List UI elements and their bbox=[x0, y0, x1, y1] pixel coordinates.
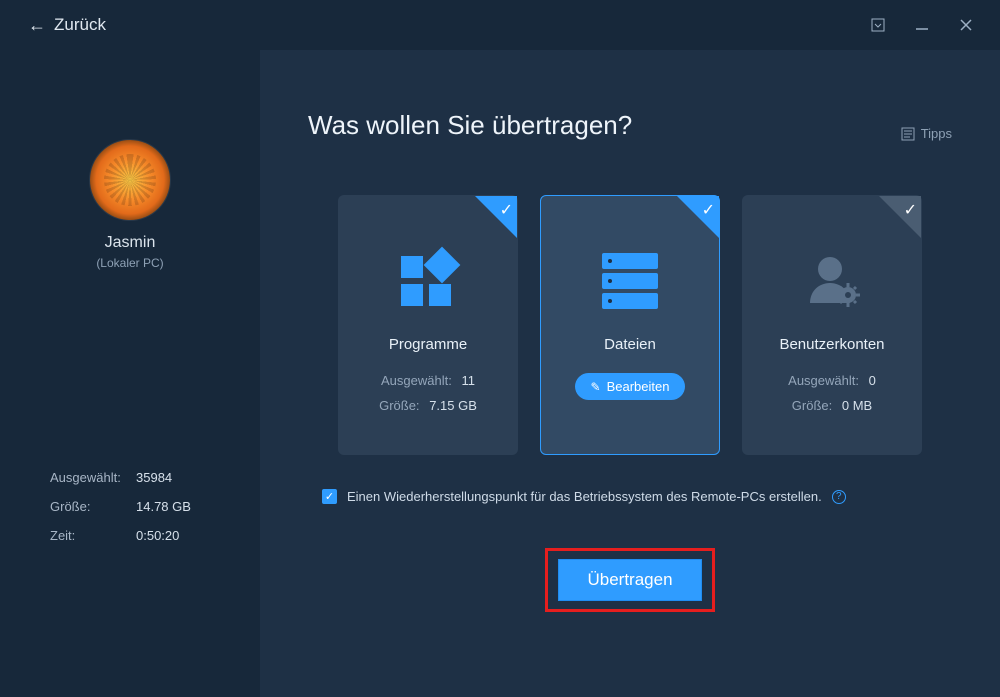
card-files[interactable]: ✓ Dateien ✎ Bearbeiten bbox=[540, 195, 720, 455]
page-title: Was wollen Sie übertragen? bbox=[308, 110, 632, 141]
main-panel: Was wollen Sie übertragen? Tipps ✓ bbox=[260, 50, 1000, 697]
check-icon: ✓ bbox=[904, 200, 917, 220]
back-label: Zurück bbox=[54, 15, 106, 35]
card-accounts-selected-corner: ✓ bbox=[879, 196, 921, 238]
sidebar-stats: Ausgewählt: 35984 Größe: 14.78 GB Zeit: … bbox=[0, 470, 260, 697]
titlebar: ← Zurück bbox=[0, 0, 1000, 50]
check-icon: ✓ bbox=[500, 200, 513, 220]
stat-size-label: Größe: bbox=[50, 499, 128, 514]
pc-name: Jasmin bbox=[105, 234, 156, 252]
card-programs[interactable]: ✓ Programme Ausgewählt: 11 bbox=[338, 195, 518, 455]
user-gear-icon bbox=[796, 236, 868, 326]
selection-cards: ✓ Programme Ausgewählt: 11 bbox=[308, 195, 952, 455]
stat-selected-label: Ausgewählt: bbox=[50, 470, 128, 485]
tipps-label: Tipps bbox=[921, 126, 952, 141]
card-programs-selected-corner: ✓ bbox=[475, 196, 517, 238]
close-button[interactable] bbox=[944, 0, 988, 50]
avatar bbox=[90, 140, 170, 220]
card-accounts-title: Benutzerkonten bbox=[779, 336, 884, 353]
restore-point-checkbox[interactable]: ✓ bbox=[322, 489, 337, 504]
transfer-button[interactable]: Übertragen bbox=[558, 559, 701, 601]
card-files-selected-corner: ✓ bbox=[677, 196, 719, 238]
stat-selected-value: 35984 bbox=[136, 470, 172, 485]
card-files-title: Dateien bbox=[604, 336, 656, 353]
dropdown-button[interactable] bbox=[856, 0, 900, 50]
card-programs-title: Programme bbox=[389, 336, 467, 353]
storage-icon bbox=[594, 236, 666, 326]
check-icon: ✓ bbox=[702, 200, 715, 220]
stat-time-label: Zeit: bbox=[50, 528, 128, 543]
stat-size-value: 14.78 GB bbox=[136, 499, 191, 514]
edit-label: Bearbeiten bbox=[607, 379, 670, 394]
sidebar: Jasmin (Lokaler PC) Ausgewählt: 35984 Gr… bbox=[0, 50, 260, 697]
card-programs-info: Ausgewählt: 11 Größe: 7.15 GB bbox=[379, 369, 477, 418]
back-arrow-icon: ← bbox=[28, 16, 46, 34]
back-button[interactable]: ← Zurück bbox=[28, 15, 106, 35]
minimize-button[interactable] bbox=[900, 0, 944, 50]
restore-point-row: ✓ Einen Wiederherstellungspunkt für das … bbox=[308, 489, 952, 504]
edit-files-button[interactable]: ✎ Bearbeiten bbox=[575, 373, 686, 400]
transfer-highlight: Übertragen bbox=[545, 548, 714, 612]
tipps-link[interactable]: Tipps bbox=[901, 126, 952, 141]
tipps-icon bbox=[901, 127, 915, 141]
card-accounts[interactable]: ✓ bbox=[742, 195, 922, 455]
card-accounts-info: Ausgewählt: 0 Größe: 0 MB bbox=[788, 369, 876, 418]
pc-role: (Lokaler PC) bbox=[96, 256, 163, 270]
edit-icon: ✎ bbox=[591, 380, 601, 394]
stat-time-value: 0:50:20 bbox=[136, 528, 179, 543]
help-icon[interactable]: ? bbox=[832, 490, 846, 504]
apps-icon bbox=[393, 236, 463, 326]
restore-point-label: Einen Wiederherstellungspunkt für das Be… bbox=[347, 489, 822, 504]
